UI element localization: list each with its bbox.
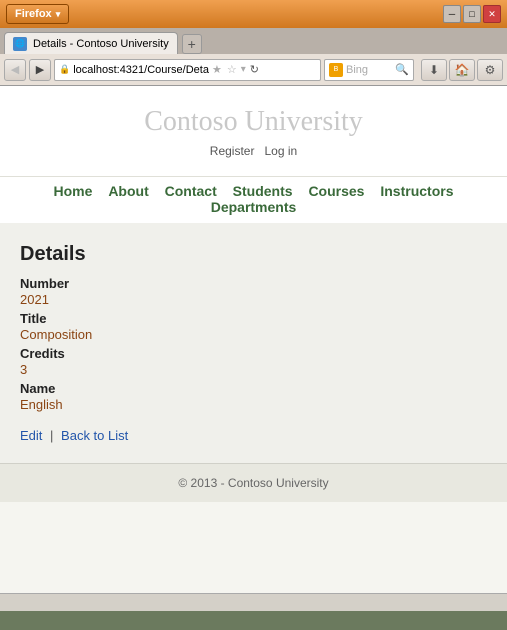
search-placeholder: Bing — [346, 64, 368, 76]
site-title: Contoso University — [0, 106, 507, 138]
action-links: Edit | Back to List — [20, 428, 487, 443]
edit-link[interactable]: Edit — [20, 428, 42, 443]
tab-title: Details - Contoso University — [33, 38, 169, 50]
address-text: localhost:4321/Course/Deta — [73, 64, 209, 76]
nav-courses[interactable]: Courses — [308, 183, 364, 199]
new-tab-button[interactable]: + — [182, 34, 202, 54]
more-tools-button[interactable]: ⚙ — [477, 59, 503, 81]
refresh-icon[interactable]: ↻ — [250, 63, 259, 76]
main-content: Details Number 2021 Title Composition Cr… — [0, 223, 507, 463]
dropdown-icon[interactable]: ▾ — [241, 64, 246, 75]
title-bar: Firefox ─ □ ✕ — [0, 0, 507, 28]
nav-instructors[interactable]: Instructors — [380, 183, 453, 199]
toolbar-buttons: ⬇ 🏠 ⚙ — [421, 59, 503, 81]
site-header: Contoso University Register Log in — [0, 86, 507, 177]
field-name-value: English — [20, 397, 487, 412]
register-link[interactable]: Register — [210, 144, 255, 158]
page-content: Contoso University Register Log in Home … — [0, 86, 507, 593]
bing-logo: B — [329, 63, 343, 77]
field-number-value: 2021 — [20, 292, 487, 307]
nav-about[interactable]: About — [108, 183, 148, 199]
login-link[interactable]: Log in — [265, 144, 298, 158]
search-box[interactable]: B Bing 🔍 — [324, 59, 414, 81]
nav-students[interactable]: Students — [233, 183, 293, 199]
nav-departments[interactable]: Departments — [211, 199, 297, 215]
details-heading: Details — [20, 243, 487, 266]
field-number-label: Number — [20, 276, 487, 291]
site-nav: Home About Contact Students Courses Inst… — [0, 177, 507, 223]
back-to-list-link[interactable]: Back to List — [61, 428, 128, 443]
field-name-label: Name — [20, 381, 487, 396]
status-bar — [0, 593, 507, 611]
separator: | — [50, 428, 53, 443]
lock-icon: 🔒 — [59, 64, 70, 75]
field-title-label: Title — [20, 311, 487, 326]
window-controls: ─ □ ✕ — [443, 5, 501, 23]
active-tab[interactable]: 🌐 Details - Contoso University — [4, 32, 178, 54]
nav-home[interactable]: Home — [54, 183, 93, 199]
star-icon[interactable]: ★ — [212, 63, 222, 76]
firefox-menu-button[interactable]: Firefox — [6, 4, 69, 24]
auth-links: Register Log in — [0, 144, 507, 158]
browser-chrome: Firefox ─ □ ✕ 🌐 Details - Contoso Univer… — [0, 0, 507, 86]
maximize-button[interactable]: □ — [463, 5, 481, 23]
firefox-label: Firefox — [15, 8, 52, 20]
field-credits-label: Credits — [20, 346, 487, 361]
download-button[interactable]: ⬇ — [421, 59, 447, 81]
bookmark-icon[interactable]: ☆ — [227, 63, 237, 76]
search-icon[interactable]: 🔍 — [395, 63, 409, 76]
close-button[interactable]: ✕ — [483, 5, 501, 23]
nav-contact[interactable]: Contact — [165, 183, 217, 199]
address-bar: ◀ ▶ 🔒 localhost:4321/Course/Deta ★ ☆ ▾ ↻… — [0, 54, 507, 86]
footer-text: © 2013 - Contoso University — [178, 476, 328, 490]
home-button[interactable]: 🏠 — [449, 59, 475, 81]
back-button[interactable]: ◀ — [4, 59, 26, 81]
forward-button[interactable]: ▶ — [29, 59, 51, 81]
minimize-button[interactable]: ─ — [443, 5, 461, 23]
site-footer: © 2013 - Contoso University — [0, 463, 507, 502]
tab-favicon: 🌐 — [13, 37, 27, 51]
tab-bar: 🌐 Details - Contoso University + — [0, 28, 507, 54]
nav-links: Home About Contact Students Courses Inst… — [0, 183, 507, 215]
address-input[interactable]: 🔒 localhost:4321/Course/Deta ★ ☆ ▾ ↻ — [54, 59, 321, 81]
field-credits-value: 3 — [20, 362, 487, 377]
field-title-value: Composition — [20, 327, 487, 342]
